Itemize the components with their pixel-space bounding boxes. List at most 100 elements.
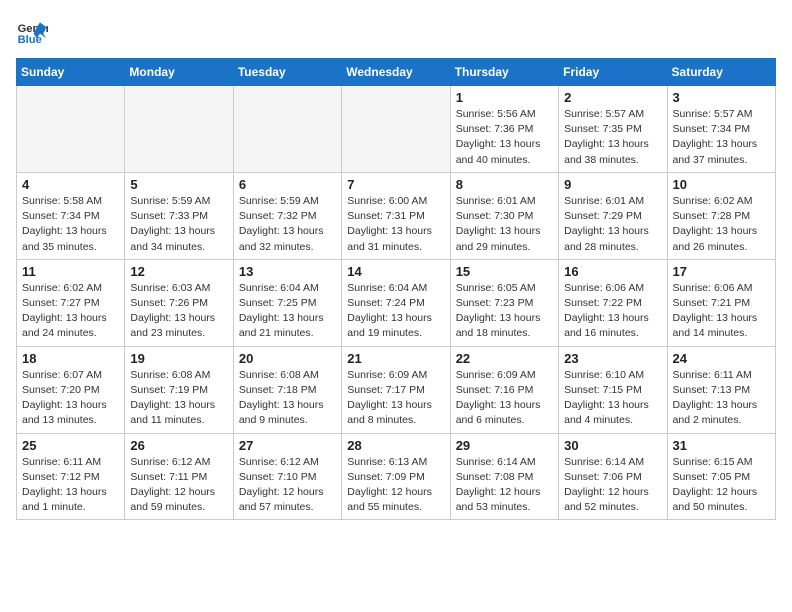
calendar-cell: 1 Sunrise: 5:56 AMSunset: 7:36 PMDaylight…	[450, 86, 558, 173]
day-number: 17	[673, 264, 770, 279]
day-info: Sunrise: 6:00 AMSunset: 7:31 PMDaylight:…	[347, 194, 444, 255]
calendar-cell: 24 Sunrise: 6:11 AMSunset: 7:13 PMDayligh…	[667, 346, 775, 433]
day-info: Sunrise: 6:11 AMSunset: 7:13 PMDaylight:…	[673, 368, 770, 429]
day-info: Sunrise: 6:01 AMSunset: 7:29 PMDaylight:…	[564, 194, 661, 255]
calendar-cell: 29 Sunrise: 6:14 AMSunset: 7:08 PMDayligh…	[450, 433, 558, 520]
day-number: 27	[239, 438, 336, 453]
calendar-cell: 28 Sunrise: 6:13 AMSunset: 7:09 PMDayligh…	[342, 433, 450, 520]
day-number: 1	[456, 90, 553, 105]
col-header-tuesday: Tuesday	[233, 59, 341, 86]
calendar-cell: 13Sunrise: 6:04 AMSunset: 7:25 PMDayligh…	[233, 259, 341, 346]
calendar-cell: 25 Sunrise: 6:11 AMSunset: 7:12 PMDayligh…	[17, 433, 125, 520]
day-number: 23	[564, 351, 661, 366]
day-info: Sunrise: 6:15 AMSunset: 7:05 PMDaylight:…	[673, 455, 770, 516]
day-number: 15	[456, 264, 553, 279]
calendar-cell: 21 Sunrise: 6:09 AMSunset: 7:17 PMDayligh…	[342, 346, 450, 433]
calendar-cell: 14 Sunrise: 6:04 AMSunset: 7:24 PMDayligh…	[342, 259, 450, 346]
day-info: Sunrise: 6:07 AMSunset: 7:20 PMDaylight:…	[22, 368, 119, 429]
calendar-week-row: 1 Sunrise: 5:56 AMSunset: 7:36 PMDaylight…	[17, 86, 776, 173]
day-info: Sunrise: 6:08 AMSunset: 7:18 PMDaylight:…	[239, 368, 336, 429]
calendar-cell: 5 Sunrise: 5:59 AMSunset: 7:33 PMDaylight…	[125, 172, 233, 259]
day-info: Sunrise: 6:10 AMSunset: 7:15 PMDaylight:…	[564, 368, 661, 429]
logo-icon: General Blue	[16, 16, 48, 48]
day-info: Sunrise: 6:12 AMSunset: 7:10 PMDaylight:…	[239, 455, 336, 516]
day-number: 5	[130, 177, 227, 192]
calendar-cell: 3 Sunrise: 5:57 AMSunset: 7:34 PMDaylight…	[667, 86, 775, 173]
day-info: Sunrise: 5:58 AMSunset: 7:34 PMDaylight:…	[22, 194, 119, 255]
day-number: 30	[564, 438, 661, 453]
day-number: 12	[130, 264, 227, 279]
day-number: 20	[239, 351, 336, 366]
day-number: 4	[22, 177, 119, 192]
calendar-cell	[125, 86, 233, 173]
calendar-cell: 19 Sunrise: 6:08 AMSunset: 7:19 PMDayligh…	[125, 346, 233, 433]
day-info: Sunrise: 6:06 AMSunset: 7:21 PMDaylight:…	[673, 281, 770, 342]
calendar-cell: 11Sunrise: 6:02 AMSunset: 7:27 PMDayligh…	[17, 259, 125, 346]
day-info: Sunrise: 6:08 AMSunset: 7:19 PMDaylight:…	[130, 368, 227, 429]
day-info: Sunrise: 5:57 AMSunset: 7:35 PMDaylight:…	[564, 107, 661, 168]
day-info: Sunrise: 6:04 AMSunset: 7:24 PMDaylight:…	[347, 281, 444, 342]
calendar-cell	[342, 86, 450, 173]
calendar: SundayMondayTuesdayWednesdayThursdayFrid…	[16, 58, 776, 520]
calendar-cell: 22 Sunrise: 6:09 AMSunset: 7:16 PMDayligh…	[450, 346, 558, 433]
day-number: 2	[564, 90, 661, 105]
calendar-header-row: SundayMondayTuesdayWednesdayThursdayFrid…	[17, 59, 776, 86]
day-number: 14	[347, 264, 444, 279]
day-number: 6	[239, 177, 336, 192]
col-header-sunday: Sunday	[17, 59, 125, 86]
calendar-cell: 6 Sunrise: 5:59 AMSunset: 7:32 PMDaylight…	[233, 172, 341, 259]
day-info: Sunrise: 6:02 AMSunset: 7:27 PMDaylight:…	[22, 281, 119, 342]
calendar-cell: 31Sunrise: 6:15 AMSunset: 7:05 PMDayligh…	[667, 433, 775, 520]
calendar-cell: 26 Sunrise: 6:12 AMSunset: 7:11 PMDayligh…	[125, 433, 233, 520]
calendar-cell: 16Sunrise: 6:06 AMSunset: 7:22 PMDayligh…	[559, 259, 667, 346]
day-number: 22	[456, 351, 553, 366]
calendar-week-row: 25 Sunrise: 6:11 AMSunset: 7:12 PMDayligh…	[17, 433, 776, 520]
day-number: 19	[130, 351, 227, 366]
day-number: 21	[347, 351, 444, 366]
day-number: 8	[456, 177, 553, 192]
calendar-cell: 4 Sunrise: 5:58 AMSunset: 7:34 PMDaylight…	[17, 172, 125, 259]
day-number: 9	[564, 177, 661, 192]
calendar-cell: 30 Sunrise: 6:14 AMSunset: 7:06 PMDayligh…	[559, 433, 667, 520]
day-info: Sunrise: 5:57 AMSunset: 7:34 PMDaylight:…	[673, 107, 770, 168]
day-info: Sunrise: 6:09 AMSunset: 7:16 PMDaylight:…	[456, 368, 553, 429]
calendar-cell: 10Sunrise: 6:02 AMSunset: 7:28 PMDayligh…	[667, 172, 775, 259]
day-number: 29	[456, 438, 553, 453]
calendar-cell	[17, 86, 125, 173]
calendar-cell: 18Sunrise: 6:07 AMSunset: 7:20 PMDayligh…	[17, 346, 125, 433]
calendar-week-row: 18Sunrise: 6:07 AMSunset: 7:20 PMDayligh…	[17, 346, 776, 433]
day-number: 3	[673, 90, 770, 105]
day-number: 24	[673, 351, 770, 366]
day-info: Sunrise: 6:01 AMSunset: 7:30 PMDaylight:…	[456, 194, 553, 255]
calendar-week-row: 4 Sunrise: 5:58 AMSunset: 7:34 PMDaylight…	[17, 172, 776, 259]
logo: General Blue	[16, 16, 52, 48]
day-info: Sunrise: 6:14 AMSunset: 7:06 PMDaylight:…	[564, 455, 661, 516]
calendar-cell: 27 Sunrise: 6:12 AMSunset: 7:10 PMDayligh…	[233, 433, 341, 520]
day-number: 28	[347, 438, 444, 453]
col-header-friday: Friday	[559, 59, 667, 86]
day-info: Sunrise: 6:14 AMSunset: 7:08 PMDaylight:…	[456, 455, 553, 516]
day-info: Sunrise: 5:56 AMSunset: 7:36 PMDaylight:…	[456, 107, 553, 168]
calendar-cell: 2 Sunrise: 5:57 AMSunset: 7:35 PMDaylight…	[559, 86, 667, 173]
day-number: 13	[239, 264, 336, 279]
calendar-cell: 17 Sunrise: 6:06 AMSunset: 7:21 PMDayligh…	[667, 259, 775, 346]
calendar-cell: 8 Sunrise: 6:01 AMSunset: 7:30 PMDaylight…	[450, 172, 558, 259]
col-header-thursday: Thursday	[450, 59, 558, 86]
day-info: Sunrise: 6:12 AMSunset: 7:11 PMDaylight:…	[130, 455, 227, 516]
col-header-wednesday: Wednesday	[342, 59, 450, 86]
calendar-cell	[233, 86, 341, 173]
day-number: 16	[564, 264, 661, 279]
day-info: Sunrise: 5:59 AMSunset: 7:33 PMDaylight:…	[130, 194, 227, 255]
calendar-week-row: 11Sunrise: 6:02 AMSunset: 7:27 PMDayligh…	[17, 259, 776, 346]
day-number: 25	[22, 438, 119, 453]
day-info: Sunrise: 6:11 AMSunset: 7:12 PMDaylight:…	[22, 455, 119, 516]
day-number: 10	[673, 177, 770, 192]
col-header-monday: Monday	[125, 59, 233, 86]
calendar-cell: 15Sunrise: 6:05 AMSunset: 7:23 PMDayligh…	[450, 259, 558, 346]
day-info: Sunrise: 6:09 AMSunset: 7:17 PMDaylight:…	[347, 368, 444, 429]
day-number: 26	[130, 438, 227, 453]
calendar-cell: 7 Sunrise: 6:00 AMSunset: 7:31 PMDaylight…	[342, 172, 450, 259]
day-info: Sunrise: 5:59 AMSunset: 7:32 PMDaylight:…	[239, 194, 336, 255]
day-info: Sunrise: 6:13 AMSunset: 7:09 PMDaylight:…	[347, 455, 444, 516]
day-number: 7	[347, 177, 444, 192]
